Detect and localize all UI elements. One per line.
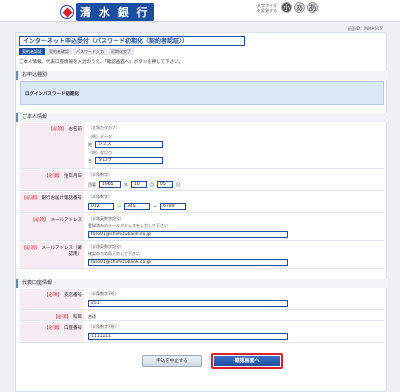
month-unit: 月 bbox=[150, 181, 154, 187]
account-number-row: 【必須】 口座番号 （半角数字7桁） 1111111 bbox=[20, 322, 384, 343]
account-info-heading: 代表口座情報 bbox=[16, 279, 388, 288]
birthdate-row: 【必須】 生年月日 （半角数字） 西暦 1965 年 10 月 05 日 bbox=[20, 170, 384, 191]
birth-day-select[interactable]: 05 bbox=[157, 181, 173, 188]
branch-input[interactable]: 251 bbox=[88, 300, 288, 307]
email-hint: （半角英数字記号） bbox=[88, 216, 124, 221]
birth-month-select[interactable]: 10 bbox=[131, 181, 147, 188]
cancel-application-button[interactable]: 申込を中止する bbox=[142, 355, 202, 367]
font-size-large-button[interactable]: あ bbox=[307, 2, 318, 14]
account-type-label: 【必須】 科目 bbox=[20, 311, 84, 320]
step-1: 契約者認証 bbox=[19, 48, 45, 55]
phone-part2-input[interactable]: 345 bbox=[124, 203, 150, 210]
sei-example: （例）データ bbox=[88, 134, 112, 139]
font-size-medium-button[interactable]: あ bbox=[294, 2, 305, 13]
step-3: パスワード入力 bbox=[73, 48, 107, 55]
account-number-label: 【必須】 口座番号 bbox=[20, 322, 84, 342]
branch-label: 【必須】 支店番号 bbox=[20, 289, 84, 309]
step-indicator: 契約者認証 契約者確認 パスワード入力 初期化完了 bbox=[19, 48, 135, 55]
confirm-screen-button[interactable]: 確認画面へ bbox=[214, 356, 280, 366]
email-row: 【必須】 メールアドレス （半角英数字記号） 登録済みのメールアドレスを入力して下… bbox=[20, 214, 384, 241]
application-type-heading: お申込種別 bbox=[16, 71, 388, 80]
name-hint: （全角カタカナ） bbox=[88, 125, 120, 130]
sei-label: 姓 bbox=[88, 141, 92, 147]
email-confirm-row: 【必須】 メールアドレス（確認用） （半角英数字記号） 確認のため再入力して下さい… bbox=[20, 242, 384, 269]
step-2: 契約者確認 bbox=[46, 48, 72, 55]
name-row: 【必須】 お名前 （全角カタカナ） （例）データ 姓 シミズ （例）タロウ 名 タ… bbox=[20, 123, 384, 169]
email-confirm-input[interactable]: taro01@shimizubank.co.jp bbox=[88, 259, 288, 266]
phone-part3-input[interactable]: 6789 bbox=[160, 203, 186, 210]
phone-hint: （半角数字） bbox=[88, 194, 112, 199]
account-type-value: 普通 bbox=[88, 314, 96, 319]
account-number-hint: （半角数字7桁） bbox=[88, 324, 119, 329]
page-title: インターネット申込受付（パスワード初期化〈契約者認証〉） bbox=[19, 36, 245, 46]
step-4: 初期化完了 bbox=[108, 48, 134, 55]
phone-dash-2: ― bbox=[153, 204, 157, 209]
sei-input[interactable]: シミズ bbox=[95, 141, 163, 148]
instruction-text: ご本人情報、代表口座情報を入力のうえ、「確認画面へ」ボタンを押して下さい。 bbox=[19, 60, 184, 65]
bank-logo[interactable]: 清 水 銀 行 bbox=[60, 3, 154, 21]
site-header: 清 水 銀 行 文字サイズを変更する 小 あ あ bbox=[0, 0, 400, 22]
phone-label: 【必須】 銀行お届け電話番号 bbox=[20, 192, 84, 212]
confirm-button-highlight: 確認画面へ bbox=[211, 353, 283, 369]
birth-year-input[interactable]: 1965 bbox=[99, 181, 121, 188]
branch-row: 【必須】 支店番号 （半角数字3桁） 251 bbox=[20, 289, 384, 310]
email-confirm-label: 【必須】 メールアドレス（確認用） bbox=[20, 242, 84, 268]
mei-example: （例）タロウ bbox=[88, 150, 112, 155]
font-size-label: 文字サイズを変更する bbox=[257, 2, 277, 13]
phone-row: 【必須】 銀行お届け電話番号 （半角数字） 012 ― 345 ― 6789 bbox=[20, 192, 384, 213]
birthdate-label: 【必須】 生年月日 bbox=[20, 170, 84, 190]
birthdate-hint: （半角数字） bbox=[88, 172, 112, 177]
email-confirm-hint: （半角英数字記号） bbox=[88, 244, 124, 249]
account-type-row: 【必須】 科目 普通 bbox=[20, 311, 384, 321]
bank-name: 清 水 銀 行 bbox=[76, 3, 154, 21]
era-label: 西暦 bbox=[88, 181, 96, 187]
application-type-value: ログインパスワード初期化 bbox=[20, 81, 384, 105]
day-unit: 日 bbox=[176, 181, 180, 187]
phone-dash-1: ― bbox=[117, 204, 121, 209]
mei-input[interactable]: タロウ bbox=[95, 157, 163, 164]
bank-logo-mark bbox=[60, 5, 74, 19]
year-unit: 年 bbox=[124, 181, 128, 187]
email-input[interactable]: taro01@shimizubank.co.jp bbox=[88, 231, 288, 238]
email-confirm-note: 確認のため再入力して下さい bbox=[88, 251, 140, 256]
name-label: 【必須】 お名前 bbox=[20, 123, 84, 168]
phone-part1-input[interactable]: 012 bbox=[88, 203, 114, 210]
branch-hint: （半角数字3桁） bbox=[88, 291, 119, 296]
font-size-small-button[interactable]: 小 bbox=[281, 2, 292, 13]
personal-info-heading: ご本人情報 bbox=[16, 113, 388, 122]
form-panel: インターネット申込受付（パスワード初期化〈契約者認証〉） 契約者認証 契約者確認… bbox=[15, 32, 388, 392]
mei-label: 名 bbox=[88, 157, 92, 163]
account-number-input[interactable]: 1111111 bbox=[88, 333, 288, 340]
email-label: 【必須】 メールアドレス bbox=[20, 214, 84, 240]
font-size-switcher: 文字サイズを変更する 小 あ あ bbox=[257, 2, 318, 14]
email-note: 登録済みのメールアドレスを入力して下さい bbox=[88, 223, 168, 228]
